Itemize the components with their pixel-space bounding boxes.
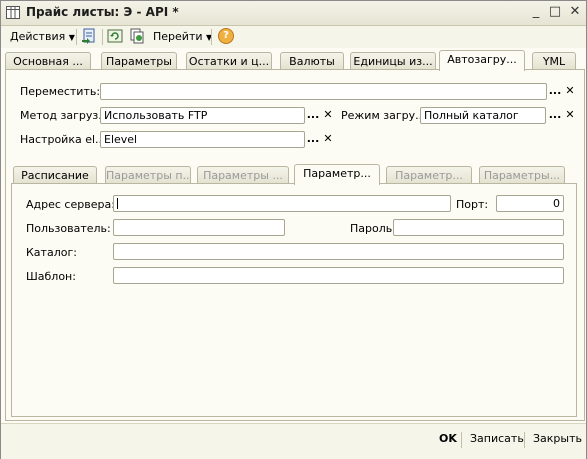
refresh-icon[interactable] bbox=[107, 28, 123, 44]
tab-params-2[interactable]: Параметры ... bbox=[197, 166, 289, 184]
window-title: Прайс листы: Э - API * bbox=[26, 5, 179, 19]
tab-units[interactable]: Единицы из... bbox=[350, 52, 436, 70]
toolbar-separator bbox=[211, 29, 212, 45]
text-cursor bbox=[117, 198, 118, 209]
toolbar-separator bbox=[76, 29, 77, 45]
catalog-label: Каталог: bbox=[26, 246, 77, 259]
help-icon[interactable]: ? bbox=[218, 28, 234, 44]
toolbar-separator bbox=[102, 29, 103, 45]
template-field[interactable] bbox=[113, 267, 564, 284]
table-icon bbox=[6, 6, 20, 19]
catalog-field[interactable] bbox=[113, 243, 564, 260]
save-button[interactable]: Записать bbox=[470, 432, 524, 445]
goto-label: Перейти bbox=[153, 30, 203, 43]
select-button[interactable]: ... bbox=[306, 108, 320, 123]
clear-icon[interactable]: ✕ bbox=[563, 84, 577, 99]
title-bar: Прайс листы: Э - API * _ □ ✕ bbox=[1, 1, 586, 26]
server-label: Адрес сервера: bbox=[26, 198, 115, 211]
tab-parameters[interactable]: Параметры bbox=[101, 52, 177, 70]
method-label: Метод загруз... bbox=[20, 109, 109, 122]
method-field[interactable]: Использовать FTP bbox=[100, 107, 305, 124]
clear-icon[interactable]: ✕ bbox=[321, 132, 335, 147]
document-move-icon[interactable] bbox=[81, 28, 97, 44]
clear-icon[interactable]: ✕ bbox=[563, 108, 577, 123]
mode-field[interactable]: Полный каталог bbox=[420, 107, 546, 124]
settings-label: Настройка el... bbox=[20, 133, 106, 146]
tab-currencies[interactable]: Валюты bbox=[280, 52, 344, 70]
user-label: Пользователь: bbox=[26, 222, 111, 235]
user-field[interactable] bbox=[113, 219, 285, 236]
close-button[interactable]: Закрыть bbox=[533, 432, 582, 445]
select-button[interactable]: ... bbox=[548, 108, 562, 123]
server-field[interactable] bbox=[113, 195, 451, 212]
select-button[interactable]: ... bbox=[306, 132, 320, 147]
footer-separator bbox=[524, 432, 525, 448]
toolbar: Действия ▼ Перейти ▼ ? bbox=[1, 26, 586, 48]
window: Прайс листы: Э - API * _ □ ✕ Действия ▼ … bbox=[0, 0, 587, 459]
close-window-button[interactable]: ✕ bbox=[567, 4, 583, 20]
template-label: Шаблон: bbox=[26, 270, 76, 283]
main-tabs: Основная ... Параметры Остатки и ц... Ва… bbox=[5, 50, 583, 71]
maximize-button[interactable]: □ bbox=[547, 4, 563, 20]
tab-schedule[interactable]: Расписание bbox=[13, 166, 97, 184]
password-field[interactable] bbox=[393, 219, 564, 236]
footer-separator bbox=[461, 432, 462, 448]
password-label: Пароль: bbox=[350, 222, 396, 235]
tab-main[interactable]: Основная ... bbox=[5, 52, 91, 70]
port-label: Порт: bbox=[456, 198, 489, 211]
ok-button[interactable]: OK bbox=[439, 432, 457, 445]
tab-autoload[interactable]: Автозагру... bbox=[439, 50, 525, 71]
settings-field[interactable]: Elevel bbox=[100, 131, 305, 148]
tab-params-4[interactable]: Параметр... bbox=[386, 166, 472, 184]
minimize-button[interactable]: _ bbox=[528, 4, 544, 20]
select-button[interactable]: ... bbox=[548, 84, 562, 99]
tab-params-5[interactable]: Параметры... bbox=[479, 166, 565, 184]
move-field[interactable] bbox=[100, 83, 547, 100]
tab-yml[interactable]: YML bbox=[532, 52, 576, 70]
clear-icon[interactable]: ✕ bbox=[321, 108, 335, 123]
footer-bar: OK Записать Закрыть bbox=[1, 423, 586, 459]
copy-icon[interactable] bbox=[129, 28, 145, 44]
mode-label: Режим загру... bbox=[341, 109, 426, 122]
move-label: Переместить: bbox=[20, 85, 101, 98]
actions-label: Действия bbox=[10, 30, 66, 43]
dropdown-arrow-icon: ▼ bbox=[68, 33, 75, 42]
port-field[interactable]: 0 bbox=[496, 195, 564, 212]
tab-params-ftp[interactable]: Параметр... bbox=[294, 164, 380, 185]
tab-params-1[interactable]: Параметры п... bbox=[105, 166, 191, 184]
goto-menu[interactable]: Перейти ▼ bbox=[153, 28, 212, 46]
actions-menu[interactable]: Действия ▼ bbox=[10, 28, 75, 46]
tab-stock-prices[interactable]: Остатки и ц... bbox=[186, 52, 272, 70]
sub-tabs: Расписание Параметры п... Параметры ... … bbox=[13, 164, 573, 185]
